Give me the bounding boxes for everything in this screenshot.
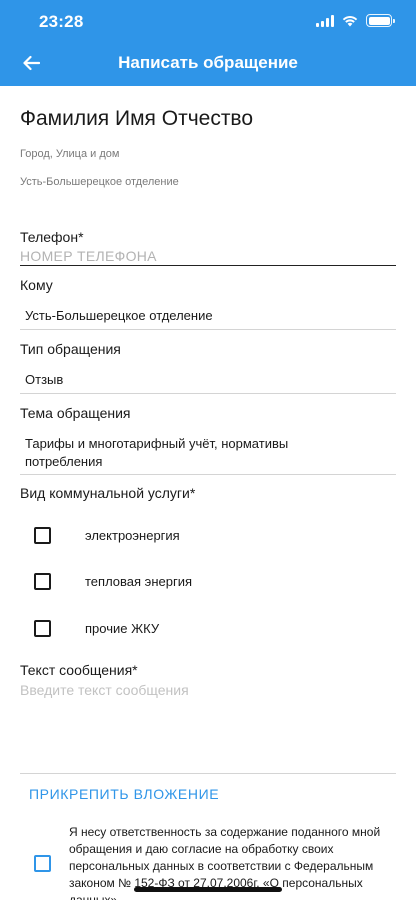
checkbox-icon[interactable] [34,619,51,637]
user-address: Город, Улица и дом [20,148,120,160]
service-option-label: электроэнергия [85,527,180,543]
service-option-label: тепловая энергия [85,573,192,589]
recipient-select[interactable]: Усть-Большерецкое отделение [20,307,396,330]
message-label: Текст сообщения* [20,662,138,678]
recipient-label: Кому [20,277,53,293]
status-icons [316,14,395,27]
service-type-label: Вид коммунальной услуги* [20,485,196,501]
app-header: 23:28 Написать обращение [0,0,416,86]
home-indicator [134,887,282,892]
consent-checkbox[interactable] [34,855,51,872]
user-full-name: Фамилия Имя Отчество [20,107,254,130]
topic-select[interactable]: Тарифы и многотарифный учёт, нормативы п… [20,435,396,475]
phone-input[interactable] [20,246,396,266]
request-type-label: Тип обращения [20,341,121,357]
service-option-label: прочие ЖКУ [85,620,160,636]
checkbox-icon[interactable] [34,572,51,590]
status-time: 23:28 [39,12,84,31]
signal-icon [316,14,334,27]
topic-label: Тема обращения [20,405,131,421]
request-type-select[interactable]: Отзыв [20,371,396,394]
wifi-icon [342,15,358,26]
page-title: Написать обращение [118,53,298,72]
service-option-other[interactable]: прочие ЖКУ [20,616,396,640]
phone-label: Телефон* [20,229,84,245]
checkbox-icon[interactable] [34,526,51,544]
message-input[interactable] [20,682,396,774]
user-department: Усть-Большерецкое отделение [20,176,179,188]
battery-icon [366,14,395,27]
service-option-electricity[interactable]: электроэнергия [20,523,396,547]
service-option-heat[interactable]: тепловая энергия [20,569,396,593]
attach-button[interactable]: ПРИКРЕПИТЬ ВЛОЖЕНИЕ [29,786,219,802]
